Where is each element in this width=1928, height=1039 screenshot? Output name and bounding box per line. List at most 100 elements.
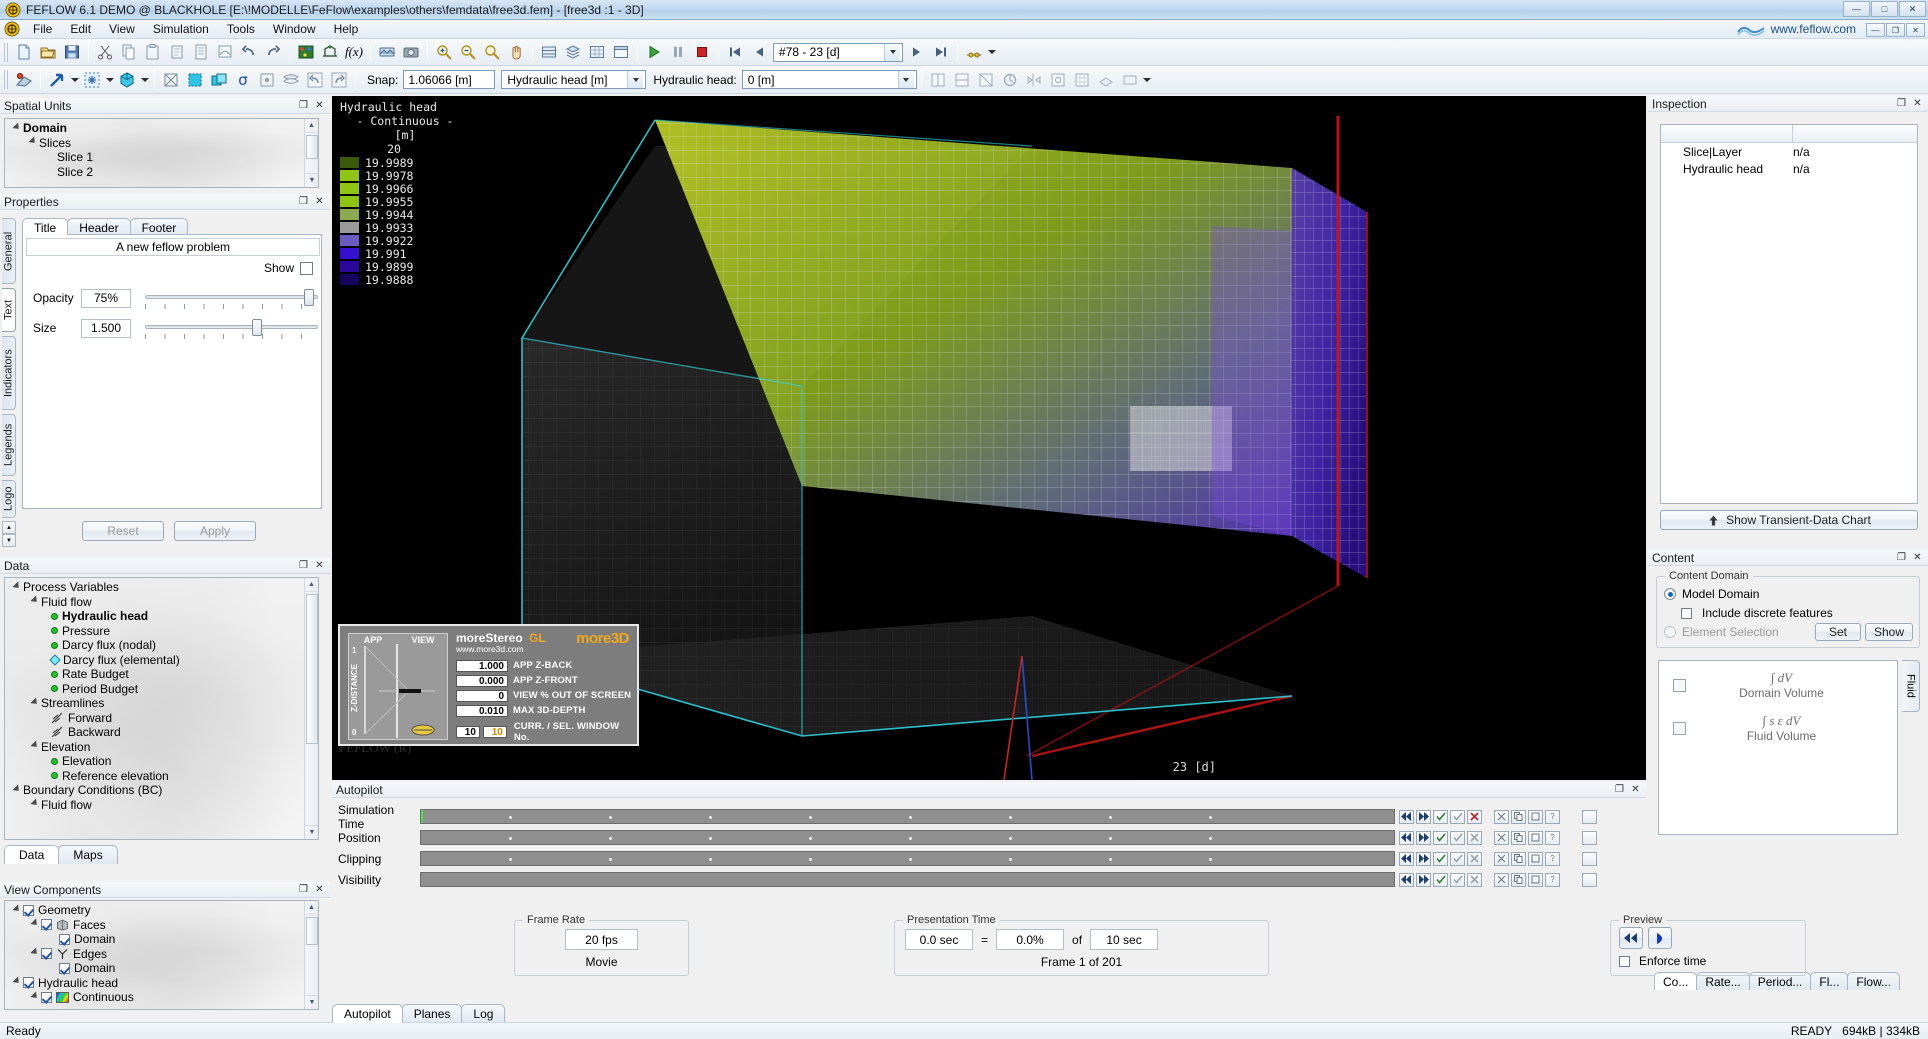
- float-icon[interactable]: ❐: [298, 560, 309, 571]
- presentation-current-input[interactable]: 0.0 sec: [905, 929, 973, 950]
- track-enable-icon[interactable]: [1433, 872, 1448, 887]
- track-next-key-icon[interactable]: [1416, 830, 1431, 845]
- mdi-minimize-button[interactable]: —: [1866, 23, 1885, 37]
- content-entry-checkbox[interactable]: [1673, 678, 1686, 692]
- scroll-thumb[interactable]: [306, 917, 318, 945]
- pause-icon[interactable]: [667, 41, 689, 63]
- rewind-icon[interactable]: [1619, 927, 1643, 949]
- grid-icon[interactable]: [1071, 69, 1093, 91]
- view-component-faces[interactable]: Faces: [7, 918, 302, 933]
- tree-item-pressure[interactable]: Pressure: [7, 624, 302, 639]
- close-icon[interactable]: ✕: [314, 196, 325, 207]
- redo-arrow-icon[interactable]: [262, 41, 284, 63]
- box-fill-icon[interactable]: [184, 69, 206, 91]
- cut-y-icon[interactable]: [951, 69, 973, 91]
- track-options-icon[interactable]: [1582, 851, 1597, 866]
- mdi-restore-button[interactable]: ❐: [1886, 23, 1905, 37]
- twisty-icon[interactable]: [11, 904, 23, 917]
- visibility-checkbox[interactable]: [41, 991, 52, 1003]
- track-keyframe[interactable]: [809, 858, 812, 861]
- track-keyframe[interactable]: [1009, 837, 1012, 840]
- track-keyframe[interactable]: [509, 858, 512, 861]
- visibility-checkbox[interactable]: [23, 977, 34, 989]
- tree-item-elevation[interactable]: Elevation: [7, 754, 302, 769]
- layer-stack-icon[interactable]: [280, 69, 302, 91]
- reset-view-icon[interactable]: [999, 69, 1021, 91]
- tree-item-hydraulic-head[interactable]: Hydraulic head: [7, 609, 302, 624]
- twisty-icon[interactable]: [29, 595, 41, 608]
- undo-sel-icon[interactable]: [304, 69, 326, 91]
- tab-autopilot[interactable]: Autopilot: [332, 1004, 403, 1023]
- apply-button[interactable]: Apply: [174, 521, 256, 541]
- data-tree[interactable]: Process Variables Fluid flow Hydraulic hea…: [4, 577, 319, 840]
- tab-maps[interactable]: Maps: [58, 845, 118, 864]
- toolbar-grip-2[interactable]: [4, 70, 9, 89]
- track-disable-icon[interactable]: [1450, 809, 1465, 824]
- parameter-combo[interactable]: Hydraulic head [m]: [501, 70, 647, 89]
- chevron-down-icon[interactable]: [897, 71, 914, 88]
- undo-arrow-icon[interactable]: [238, 41, 260, 63]
- tab-flow[interactable]: Flow...: [1847, 972, 1901, 990]
- track-copy-icon[interactable]: [1511, 830, 1526, 845]
- vtab-scroll-down-icon[interactable]: ▼: [2, 534, 16, 547]
- track-cut-icon[interactable]: [1494, 830, 1509, 845]
- tree-item-slices[interactable]: Slices: [7, 136, 302, 151]
- view-component-domain[interactable]: Domain: [7, 961, 302, 976]
- scroll-down-icon[interactable]: ▼: [305, 995, 318, 1009]
- cut-x-icon[interactable]: [927, 69, 949, 91]
- show-transient-data-chart-button[interactable]: Show Transient-Data Chart: [1660, 510, 1918, 530]
- tab-header[interactable]: Header: [67, 218, 131, 235]
- last-frame-icon[interactable]: [930, 41, 952, 63]
- track-delete-icon[interactable]: [1467, 809, 1482, 824]
- point-select-icon[interactable]: [81, 69, 103, 91]
- stereo-curr-window[interactable]: 10: [456, 726, 480, 738]
- menu-view[interactable]: View: [100, 20, 144, 38]
- copy-icon[interactable]: [118, 41, 140, 63]
- track-help-icon[interactable]: ?: [1545, 830, 1560, 845]
- tab-data[interactable]: Data: [4, 845, 60, 864]
- include-discrete-checkbox[interactable]: [1681, 607, 1692, 619]
- tab-title[interactable]: Title: [22, 218, 69, 235]
- view-component-hydraulic-head[interactable]: Hydraulic head: [7, 976, 302, 991]
- frame-rate-input[interactable]: 20 fps: [565, 929, 638, 950]
- float-icon[interactable]: ❐: [1896, 552, 1907, 563]
- track-enable-icon[interactable]: [1433, 809, 1448, 824]
- viewport-3d[interactable]: Hydraulic head - Continuous - [m] 20 19.…: [332, 96, 1646, 780]
- stereo-url[interactable]: www.more3d.com: [456, 644, 524, 654]
- twisty-icon[interactable]: [29, 991, 41, 1004]
- track-paste-icon[interactable]: [1528, 872, 1543, 887]
- track-keyframe[interactable]: [609, 837, 612, 840]
- new-document-icon[interactable]: [13, 41, 35, 63]
- include-discrete-row[interactable]: Include discrete features: [1681, 606, 1833, 620]
- tree-item-forward[interactable]: Forward: [7, 711, 302, 726]
- track-keyframe[interactable]: [1209, 858, 1212, 861]
- size-slider[interactable]: [145, 318, 318, 339]
- minimize-button[interactable]: —: [1843, 1, 1870, 17]
- track-options-icon[interactable]: [1582, 872, 1597, 887]
- menu-edit[interactable]: Edit: [61, 20, 100, 38]
- autopilot-track[interactable]: [420, 809, 1395, 824]
- cut-scissors-icon[interactable]: [94, 41, 116, 63]
- timeline-icon[interactable]: [963, 41, 985, 63]
- track-keyframe[interactable]: [909, 816, 912, 819]
- track-disable-icon[interactable]: [1450, 830, 1465, 845]
- tree-item-slice-1[interactable]: Slice 1: [7, 150, 302, 165]
- track-prev-key-icon[interactable]: [1399, 851, 1414, 866]
- tree-item-darcy-flux-nodal[interactable]: Darcy flux (nodal): [7, 638, 302, 653]
- timeline-dropdown-caret[interactable]: [986, 41, 997, 63]
- arrow-select-caret[interactable]: [69, 69, 80, 91]
- track-prev-key-icon[interactable]: [1399, 872, 1414, 887]
- track-next-key-icon[interactable]: [1416, 872, 1431, 887]
- close-icon[interactable]: ✕: [1630, 784, 1641, 795]
- view-components-scrollbar[interactable]: ▲ ▼: [304, 901, 318, 1009]
- tab-content[interactable]: Co...: [1654, 972, 1698, 990]
- track-keyframe[interactable]: [909, 837, 912, 840]
- cube-select-icon[interactable]: [116, 69, 138, 91]
- view-components-tree[interactable]: Geometry Faces Domain Edges Domain Hydraulic …: [4, 900, 319, 1010]
- grid-view-icon[interactable]: [586, 41, 608, 63]
- morestereo-overlay[interactable]: APP VIEW 1 0 Z-DISTANCE moreStereo GL ww…: [338, 624, 639, 746]
- twisty-icon[interactable]: [11, 784, 23, 797]
- track-paste-icon[interactable]: [1528, 809, 1543, 824]
- cut-z-icon[interactable]: [975, 69, 997, 91]
- title-text-input[interactable]: A new feflow problem: [26, 238, 320, 256]
